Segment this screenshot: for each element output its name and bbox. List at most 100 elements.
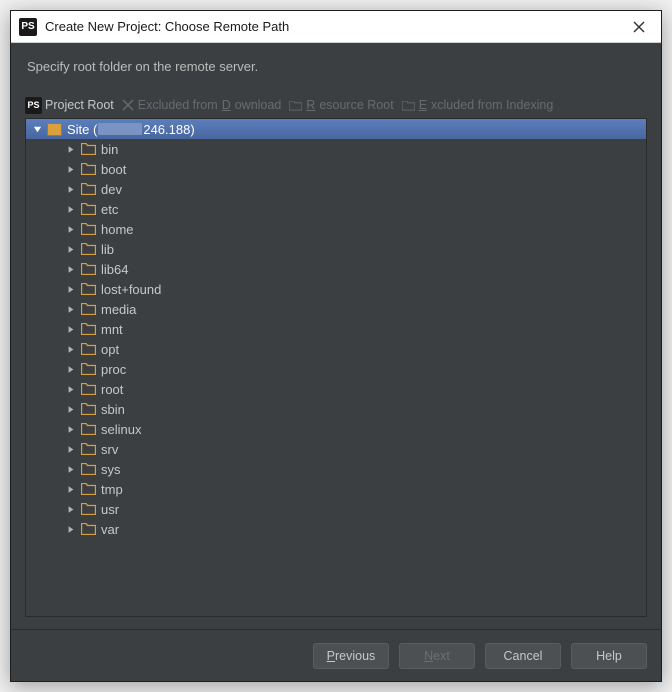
excluded-indexing-option[interactable]: Excluded from Indexing: [402, 98, 554, 112]
folder-icon: [81, 182, 96, 196]
tree-row[interactable]: etc: [26, 199, 646, 219]
expand-arrow-right-icon[interactable]: [64, 362, 78, 376]
expand-arrow-right-icon[interactable]: [64, 402, 78, 416]
previous-post: revious: [335, 649, 375, 663]
expand-arrow-right-icon[interactable]: [64, 202, 78, 216]
folder-icon: [81, 522, 96, 536]
tree-row[interactable]: dev: [26, 179, 646, 199]
expand-arrow-right-icon[interactable]: [64, 382, 78, 396]
resource-root-option[interactable]: Resource Root: [289, 98, 393, 112]
folder-icon: [81, 242, 96, 256]
next-button[interactable]: Next: [399, 643, 475, 669]
expand-arrow-right-icon[interactable]: [64, 502, 78, 516]
tree-row[interactable]: proc: [26, 359, 646, 379]
tree-row[interactable]: root: [26, 379, 646, 399]
expand-arrow-right-icon[interactable]: [64, 482, 78, 496]
tree-row[interactable]: mnt: [26, 319, 646, 339]
project-root-option[interactable]: Project Root: [45, 98, 114, 112]
dialog-footer: Previous Next Cancel Help: [11, 629, 661, 681]
tree-row[interactable]: opt: [26, 339, 646, 359]
tree-row[interactable]: media: [26, 299, 646, 319]
folder-icon: [81, 342, 96, 356]
tree-children: binboot dev etc home lib lib64 lost+found media…: [26, 139, 646, 539]
expand-arrow-right-icon[interactable]: [64, 442, 78, 456]
tree-row[interactable]: bin: [26, 139, 646, 159]
expand-arrow-right-icon[interactable]: [64, 222, 78, 236]
resource-root-post: esource Root: [319, 98, 393, 112]
expand-arrow-down-icon[interactable]: [30, 122, 44, 136]
tree-row-label: srv: [101, 442, 646, 457]
instruction-text: Specify root folder on the remote server…: [25, 55, 647, 78]
folder-icon: [81, 362, 96, 376]
titlebar: PS Create New Project: Choose Remote Pat…: [11, 11, 661, 43]
cancel-button[interactable]: Cancel: [485, 643, 561, 669]
folder-icon: [81, 422, 96, 436]
expand-arrow-right-icon[interactable]: [64, 462, 78, 476]
tree-row-label: var: [101, 522, 646, 537]
tree-row-label: media: [101, 302, 646, 317]
expand-arrow-right-icon[interactable]: [64, 422, 78, 436]
tree-root-row[interactable]: Site ( 246.188): [26, 119, 646, 139]
expand-arrow-right-icon[interactable]: [64, 142, 78, 156]
folder-icon: [81, 322, 96, 336]
expand-arrow-right-icon[interactable]: [64, 282, 78, 296]
folder-icon: [81, 402, 96, 416]
expand-arrow-right-icon[interactable]: [64, 302, 78, 316]
expand-arrow-right-icon[interactable]: [64, 322, 78, 336]
tree-row-label: lib64: [101, 262, 646, 277]
folder-icon: [81, 282, 96, 296]
expand-arrow-right-icon[interactable]: [64, 182, 78, 196]
redacted-ip-mask: [98, 123, 142, 135]
excluded-icon: [122, 99, 134, 111]
close-button[interactable]: [625, 11, 653, 42]
folder-icon: [81, 462, 96, 476]
expand-arrow-right-icon[interactable]: [64, 342, 78, 356]
tree-row-label: lost+found: [101, 282, 646, 297]
tree-root-label-post: 246.188): [143, 122, 194, 137]
tree-root-label-pre: Site (: [67, 122, 97, 137]
tree-row-label: usr: [101, 502, 646, 517]
path-type-toolbar: PS Project Root Excluded from Download R…: [25, 94, 647, 118]
excluded-indexing-u: E: [419, 98, 427, 112]
tree-row-label: sbin: [101, 402, 646, 417]
content-area: Specify root folder on the remote server…: [11, 43, 661, 629]
project-root-icon: PS: [25, 97, 42, 114]
tree-row[interactable]: selinux: [26, 419, 646, 439]
tree-row[interactable]: lib64: [26, 259, 646, 279]
tree-row[interactable]: sys: [26, 459, 646, 479]
tree-row[interactable]: lib: [26, 239, 646, 259]
previous-button[interactable]: Previous: [313, 643, 389, 669]
tree-row-label: opt: [101, 342, 646, 357]
tree-root-label: Site ( 246.188): [67, 122, 646, 137]
expand-arrow-right-icon[interactable]: [64, 162, 78, 176]
tree-row-label: sys: [101, 462, 646, 477]
tree-row[interactable]: lost+found: [26, 279, 646, 299]
tree-row[interactable]: tmp: [26, 479, 646, 499]
help-button[interactable]: Help: [571, 643, 647, 669]
tree-row[interactable]: home: [26, 219, 646, 239]
excluded-download-option[interactable]: Excluded from Download: [122, 98, 282, 112]
tree-row[interactable]: usr: [26, 499, 646, 519]
tree-row[interactable]: sbin: [26, 399, 646, 419]
close-icon: [633, 21, 645, 33]
tree-row-label: home: [101, 222, 646, 237]
tree-row[interactable]: boot: [26, 159, 646, 179]
expand-arrow-right-icon[interactable]: [64, 262, 78, 276]
next-post: ext: [433, 649, 450, 663]
tree-row-label: tmp: [101, 482, 646, 497]
excluded-download-post: ownload: [235, 98, 282, 112]
folder-icon: [81, 502, 96, 516]
resource-root-u: R: [306, 98, 315, 112]
tree-row[interactable]: srv: [26, 439, 646, 459]
project-root-label: Project Root: [45, 98, 114, 112]
folder-icon: [81, 302, 96, 316]
tree-row-label: etc: [101, 202, 646, 217]
expand-arrow-right-icon[interactable]: [64, 242, 78, 256]
cancel-label: Cancel: [504, 649, 543, 663]
tree-row[interactable]: var: [26, 519, 646, 539]
remote-tree[interactable]: Site ( 246.188) binboot dev etc home lib lib64…: [25, 118, 647, 617]
tree-row-label: dev: [101, 182, 646, 197]
tree-row-label: selinux: [101, 422, 646, 437]
expand-arrow-right-icon[interactable]: [64, 522, 78, 536]
excluded-download-u: D: [222, 98, 231, 112]
